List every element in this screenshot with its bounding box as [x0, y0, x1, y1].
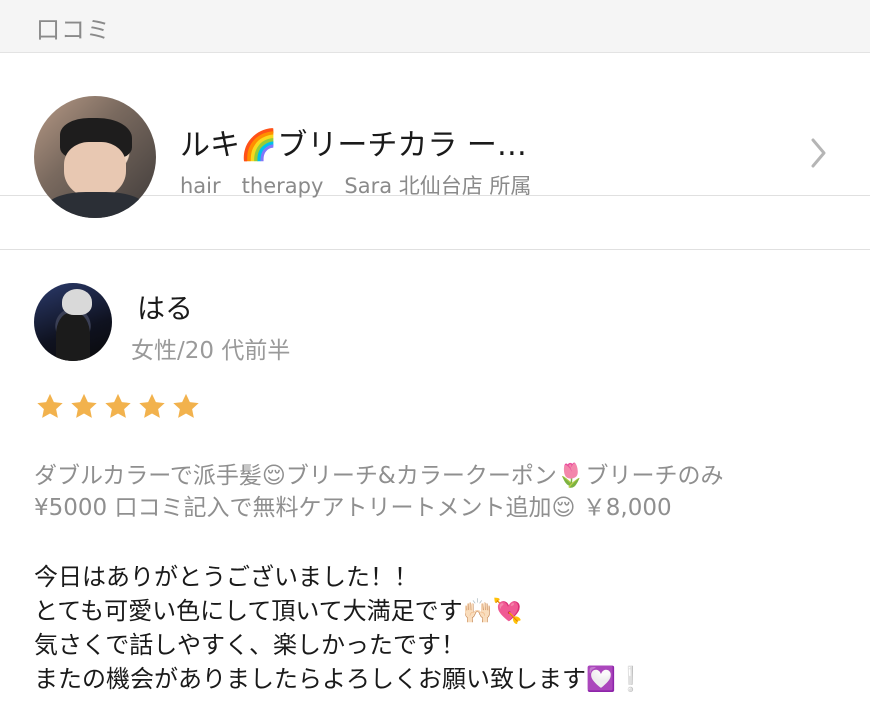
star-icon — [173, 393, 199, 418]
coupon-info: ダブルカラーで派手髪😌ブリーチ&カラークーポン🌷ブリーチのみ ¥5000 口コミ… — [34, 460, 834, 524]
review-line: またの機会がありましたらよろしくお願い致します💟❕ — [34, 665, 646, 693]
star-rating — [34, 391, 202, 423]
reviewer-avatar — [34, 283, 112, 361]
star-icon — [139, 393, 165, 418]
review-text: 今日はありがとうございました！！ とても可愛い色にして頂いて大満足です🙌🏻💘 気… — [34, 560, 854, 696]
stylist-avatar — [34, 96, 156, 218]
star-icon — [71, 393, 97, 418]
review-line: 気さくで話しやすく、楽しかったです！ — [34, 631, 466, 659]
coupon-line: ¥5000 口コミ記入で無料ケアトリートメント追加😌 ￥8,000 — [34, 495, 672, 521]
divider — [0, 249, 870, 250]
chevron-right-icon — [811, 138, 826, 168]
coupon-line: ダブルカラーで派手髪😌ブリーチ&カラークーポン🌷ブリーチのみ — [34, 463, 724, 489]
stylist-salon: hair therapy Sara 北仙台店 所属 — [180, 174, 532, 198]
review-line: 今日はありがとうございました！！ — [34, 563, 418, 591]
reviewer-meta: 女性/20 代前半 — [131, 338, 291, 364]
reviewer-name: はる — [137, 292, 194, 325]
star-icon — [105, 393, 131, 418]
review-line: とても可愛い色にして頂いて大満足です🙌🏻💘 — [34, 597, 523, 625]
stylist-name: ルキ🌈ブリーチカラ ー… — [180, 128, 527, 163]
star-icon — [37, 393, 63, 418]
stylist-card[interactable]: ルキ🌈ブリーチカラ ー… hair therapy Sara 北仙台店 所属 — [0, 0, 870, 218]
